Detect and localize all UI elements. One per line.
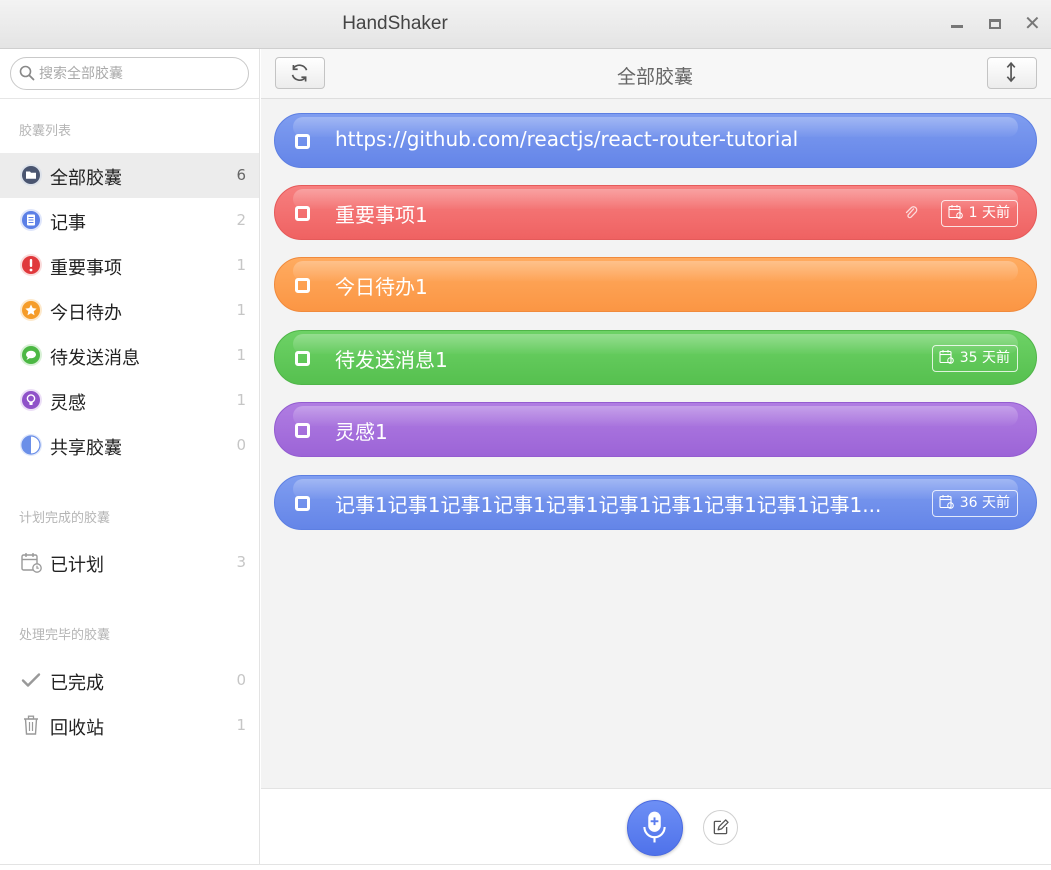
minimize-button[interactable] [945, 12, 969, 36]
sidebar-item-label: 记事 [50, 213, 86, 234]
capsule-item[interactable]: 灵感1 [274, 402, 1037, 457]
sidebar-item-count: 3 [236, 553, 246, 571]
capsule-date-badge: 36 天前 [931, 490, 1018, 517]
checkmark-icon [21, 673, 41, 687]
note-icon [20, 209, 42, 231]
sidebar-item-pending-messages[interactable]: 待发送消息 1 [0, 333, 259, 378]
capsule-checkbox[interactable] [295, 496, 310, 511]
search-input[interactable] [39, 63, 239, 85]
expand-collapse-button[interactable] [987, 57, 1037, 89]
minimize-icon [951, 25, 963, 28]
window-bottom-border [0, 864, 1051, 870]
sidebar-item-label: 待发送消息 [50, 348, 140, 369]
sidebar-item-count: 1 [236, 301, 246, 319]
capsule-text: 重要事项1 [335, 203, 428, 227]
title-bar: HandShaker ✕ [0, 0, 1051, 49]
section-title-done: 处理完毕的胶囊 [19, 628, 111, 643]
search-icon [19, 65, 35, 81]
sidebar-item-count: 1 [236, 716, 246, 734]
message-icon [20, 344, 42, 366]
page-title: 全部胶囊 [616, 66, 693, 88]
sidebar-item-important[interactable]: 重要事项 1 [0, 243, 259, 288]
edit-icon [713, 819, 729, 835]
sidebar-item-label: 今日待办 [50, 303, 122, 324]
sidebar-item-trash[interactable]: 回收站 1 [0, 703, 259, 748]
exclamation-icon [20, 254, 42, 276]
refresh-button[interactable] [275, 57, 325, 89]
sidebar-item-label: 已计划 [50, 555, 104, 576]
maximize-icon [989, 19, 1001, 29]
sidebar-item-count: 0 [236, 671, 246, 689]
calendar-icon [21, 553, 42, 573]
star-icon [20, 299, 42, 321]
capsule-item[interactable]: https://github.com/reactjs/react-router-… [274, 113, 1037, 168]
sidebar-item-label: 重要事项 [50, 258, 122, 279]
capsule-date-text: 35 天前 [959, 350, 1010, 366]
close-icon: ✕ [1024, 11, 1041, 35]
sidebar-item-inspiration[interactable]: 灵感 1 [0, 378, 259, 423]
sidebar-item-label: 回收站 [50, 718, 104, 739]
capsule-checkbox[interactable] [295, 206, 310, 221]
sidebar-item-planned[interactable]: 已计划 3 [0, 540, 259, 585]
sidebar-item-label: 已完成 [50, 673, 104, 694]
calendar-icon [939, 495, 954, 509]
lightbulb-icon [20, 389, 42, 411]
sidebar-item-completed[interactable]: 已完成 0 [0, 658, 259, 703]
capsule-text: 待发送消息1 [335, 348, 448, 372]
capsule-item[interactable]: 今日待办1 [274, 257, 1037, 312]
capsule-checkbox[interactable] [295, 351, 310, 366]
section-title-planned: 计划完成的胶囊 [19, 511, 111, 526]
sidebar: 胶囊列表 全部胶囊 6 记事 2 重要事项 1 [0, 49, 260, 864]
calendar-icon [948, 205, 963, 219]
calendar-icon [939, 350, 954, 364]
section-title-capsules: 胶囊列表 [19, 124, 72, 139]
voice-input-button[interactable] [627, 800, 683, 856]
capsule-item[interactable]: 记事1记事1记事1记事1记事1记事1记事1记事1记事1记事1... 36 天前 [274, 475, 1037, 530]
window-title: HandShaker [342, 13, 448, 34]
capsule-text: https://github.com/reactjs/react-router-… [335, 127, 799, 151]
new-capsule-button[interactable] [703, 810, 738, 845]
close-button[interactable]: ✕ [1020, 11, 1044, 36]
capsule-checkbox[interactable] [295, 423, 310, 438]
sidebar-item-count: 2 [236, 211, 246, 229]
capsule-text: 记事1记事1记事1记事1记事1记事1记事1记事1记事1记事1... [335, 493, 882, 517]
bottom-bar [261, 788, 1051, 864]
vertical-arrows-icon [1006, 61, 1016, 83]
capsule-date-badge: 1 天前 [940, 200, 1018, 227]
sidebar-divider [0, 98, 259, 99]
sidebar-item-count: 1 [236, 391, 246, 409]
sidebar-item-label: 共享胶囊 [50, 438, 122, 459]
sidebar-item-label: 灵感 [50, 393, 86, 414]
refresh-icon [291, 64, 308, 82]
capsule-date-text: 36 天前 [959, 495, 1010, 511]
capsule-text: 灵感1 [335, 420, 388, 444]
toolbar: 全部胶囊 [261, 49, 1051, 99]
sidebar-item-today-todo[interactable]: 今日待办 1 [0, 288, 259, 333]
sidebar-item-count: 0 [236, 436, 246, 454]
folder-icon [20, 164, 42, 186]
sidebar-item-label: 全部胶囊 [50, 168, 122, 189]
search-box[interactable] [10, 57, 249, 90]
maximize-button[interactable] [983, 12, 1007, 36]
microphone-icon [643, 811, 666, 843]
capsule-checkbox[interactable] [295, 134, 310, 149]
main-panel: 全部胶囊 https://github.com/reactjs/react-ro… [261, 49, 1051, 864]
trash-icon [24, 715, 38, 735]
sidebar-item-all-capsules[interactable]: 全部胶囊 6 [0, 153, 259, 198]
sidebar-item-notes[interactable]: 记事 2 [0, 198, 259, 243]
sidebar-item-count: 1 [236, 256, 246, 274]
capsule-date-badge: 35 天前 [931, 345, 1018, 372]
capsule-checkbox[interactable] [295, 278, 310, 293]
sidebar-item-shared[interactable]: 共享胶囊 0 [0, 423, 259, 468]
capsule-text: 今日待办1 [335, 275, 428, 299]
capsule-date-text: 1 天前 [968, 205, 1010, 221]
capsule-item[interactable]: 待发送消息1 35 天前 [274, 330, 1037, 385]
sidebar-item-count: 1 [236, 346, 246, 364]
attachment-icon [905, 206, 918, 219]
half-circle-icon [20, 434, 42, 456]
capsule-item[interactable]: 重要事项1 1 天前 [274, 185, 1037, 240]
sidebar-item-count: 6 [236, 166, 246, 184]
